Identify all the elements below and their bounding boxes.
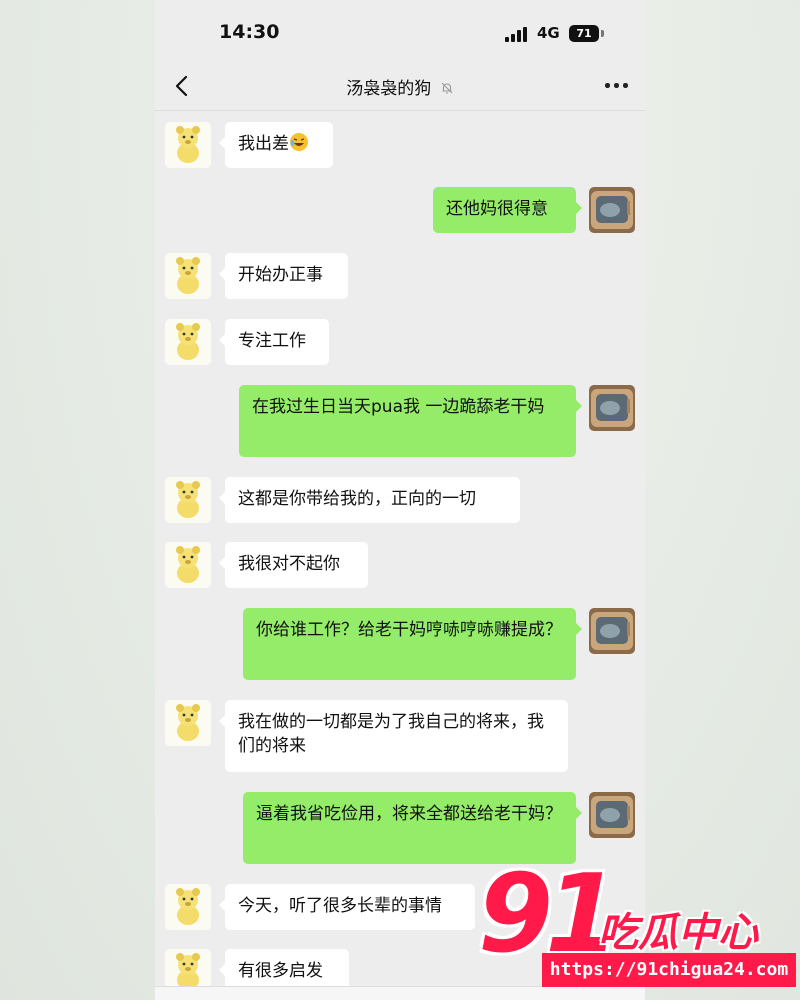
message-bubble[interactable]: 今天，听了很多长辈的事情: [219, 884, 475, 930]
battery-tip: [601, 30, 604, 37]
contact-avatar[interactable]: [165, 122, 211, 168]
my-avatar[interactable]: [589, 187, 635, 233]
signal-icon: [505, 26, 531, 42]
status-time: 14:30: [219, 21, 280, 43]
message-text: 逼着我省吃俭用，将来全都送给老干妈？: [256, 804, 562, 824]
battery-level: 71: [576, 27, 592, 40]
laughing-cry-emoji-icon: [290, 133, 308, 151]
message-bubble[interactable]: 这都是你带给我的，正向的一切: [219, 477, 520, 523]
message-text: 你给谁工作？给老干妈哼哧哼哧赚提成？: [256, 620, 562, 640]
battery-icon: 71: [569, 25, 599, 42]
back-arrow-icon[interactable]: [169, 72, 197, 100]
message-bubble[interactable]: 我在做的一切都是为了我自己的将来，我们的将来: [219, 700, 568, 772]
chat-title: 汤袅袅的狗: [346, 79, 432, 99]
message-text: 专注工作: [238, 331, 306, 351]
more-options-icon[interactable]: [605, 80, 629, 90]
chat-title-group: 汤袅袅的狗: [255, 74, 545, 99]
message-bubble[interactable]: 还他妈很得意: [433, 187, 582, 233]
watermark: 91 吃瓜中心 https://91chigua24.com: [470, 852, 800, 1000]
message-text: 开始办正事: [238, 265, 323, 285]
message-bubble[interactable]: 专注工作: [219, 319, 329, 365]
contact-avatar[interactable]: [165, 884, 211, 930]
message-text: 今天，听了很多长辈的事情: [238, 896, 442, 916]
message-text: 在我过生日当天pua我 一边跪舔老干妈: [252, 397, 545, 417]
message-text: 我在做的一切都是为了我自己的将来，我们的将来: [238, 712, 544, 756]
message-bubble[interactable]: 我很对不起你: [219, 542, 368, 588]
message-bubble[interactable]: 我出差: [219, 122, 333, 168]
message-text: 我很对不起你: [238, 554, 340, 574]
watermark-brand: 吃瓜中心: [598, 910, 758, 956]
my-avatar[interactable]: [589, 792, 635, 838]
status-bar: 14:30 4G 71: [155, 0, 645, 64]
contact-avatar[interactable]: [165, 477, 211, 523]
phone-screen: 14:30 4G 71 汤袅袅的狗 我出差 还他妈很得意 开始办正事 专注工作 …: [155, 0, 645, 1000]
message-bubble[interactable]: 开始办正事: [219, 253, 348, 299]
message-text: 有很多启发: [238, 961, 323, 981]
chat-header: 汤袅袅的狗: [155, 64, 645, 111]
my-avatar[interactable]: [589, 608, 635, 654]
message-text: 我出差: [238, 134, 289, 154]
contact-avatar[interactable]: [165, 253, 211, 299]
contact-avatar[interactable]: [165, 319, 211, 365]
message-text: 还他妈很得意: [446, 199, 548, 219]
mute-bell-icon: [441, 82, 453, 94]
contact-avatar[interactable]: [165, 700, 211, 746]
my-avatar[interactable]: [589, 385, 635, 431]
watermark-url: https://91chigua24.com: [542, 953, 796, 987]
message-bubble[interactable]: 你给谁工作？给老干妈哼哧哼哧赚提成？: [243, 608, 582, 680]
network-type: 4G: [537, 24, 560, 42]
message-text: 这都是你带给我的，正向的一切: [238, 489, 476, 509]
contact-avatar[interactable]: [165, 542, 211, 588]
message-bubble[interactable]: 在我过生日当天pua我 一边跪舔老干妈: [239, 385, 582, 457]
